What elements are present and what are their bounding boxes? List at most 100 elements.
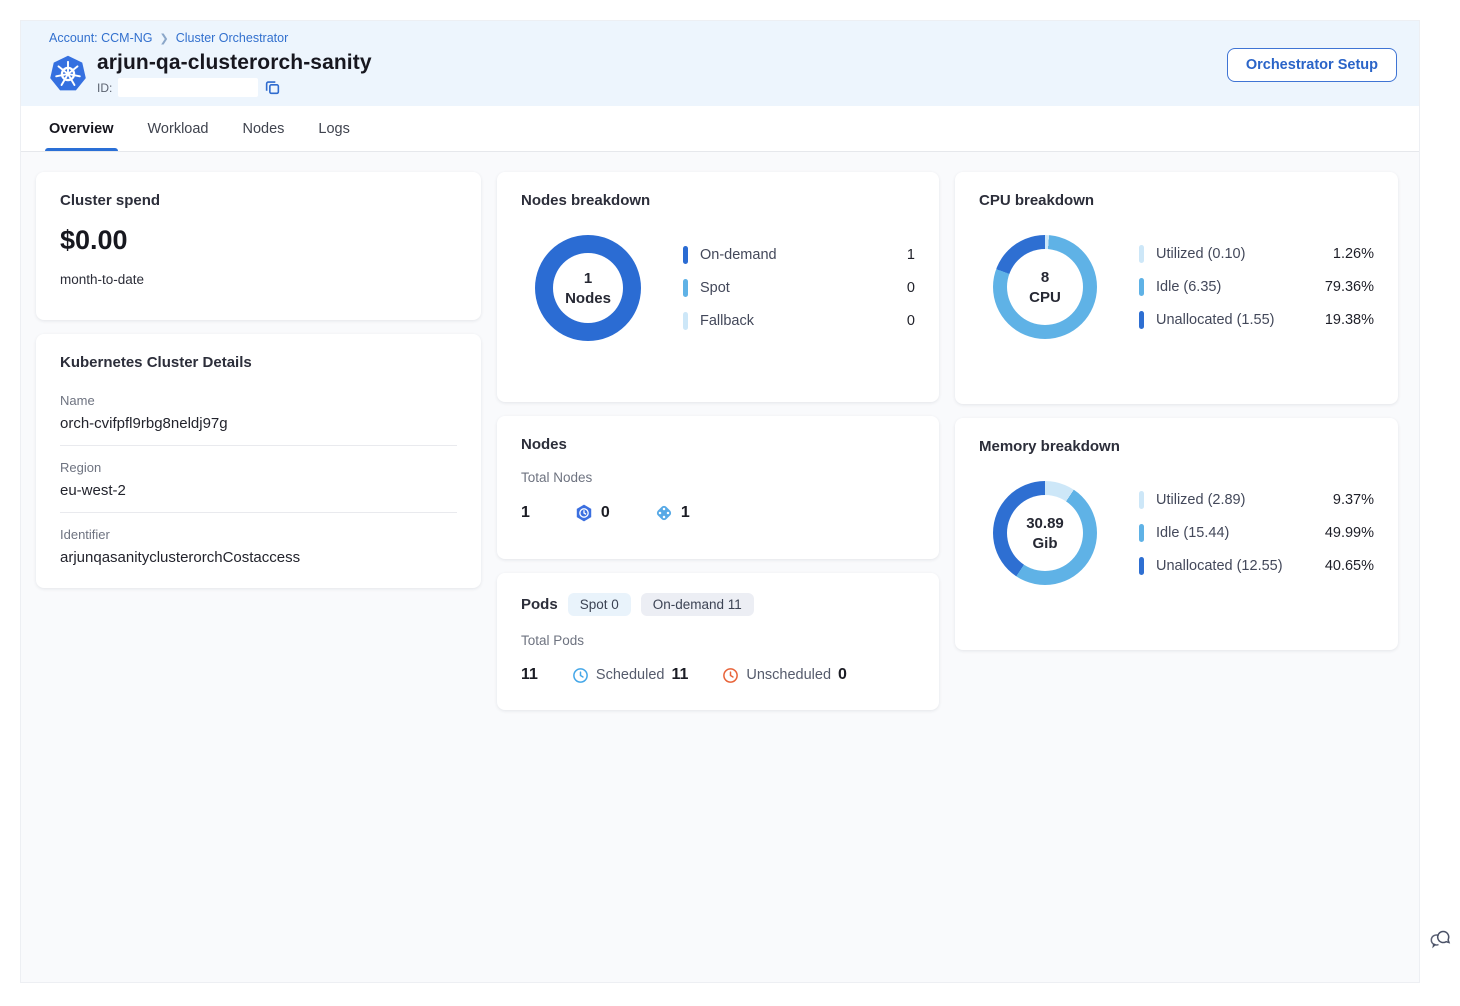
- copy-icon[interactable]: [264, 79, 282, 97]
- orchestrator-setup-button[interactable]: Orchestrator Setup: [1227, 48, 1397, 82]
- detail-label: Region: [60, 460, 457, 475]
- memory-breakdown-legend: Utilized (2.89) 9.37% Idle (15.44) 49.99…: [1139, 491, 1374, 575]
- page-header: Account: CCM-NG ❯ Cluster Orchestrator: [21, 21, 1419, 106]
- legend-row: Idle (6.35) 79.36%: [1139, 278, 1374, 296]
- legend-marker: [1139, 311, 1144, 329]
- legend-label: Spot: [700, 280, 730, 296]
- nodes-donut-chart: 1 Nodes: [535, 235, 641, 341]
- legend-label: Unallocated (1.55): [1156, 312, 1275, 328]
- legend-value: 1: [907, 247, 915, 263]
- nodes-title: Nodes: [521, 436, 915, 453]
- nodes-breakdown-card: Nodes breakdown 1 Nodes On-demand 1: [497, 172, 939, 402]
- cluster-id-field: [118, 78, 258, 97]
- overview-content: Cluster spend $0.00 month-to-date Kubern…: [21, 152, 1419, 710]
- ondemand-node-count: 1: [681, 504, 690, 522]
- cluster-spend-card: Cluster spend $0.00 month-to-date: [36, 172, 481, 320]
- total-nodes-label: Total Nodes: [521, 470, 915, 485]
- tab-nodes[interactable]: Nodes: [242, 106, 284, 151]
- legend-marker: [1139, 524, 1144, 542]
- legend-row: Idle (15.44) 49.99%: [1139, 524, 1374, 542]
- legend-value: 49.99%: [1325, 525, 1374, 541]
- detail-value: orch-cvifpfl9rbg8neldj97g: [60, 415, 457, 445]
- cpu-breakdown-card: CPU breakdown 8 CPU Utilized (0.10) 1.26…: [955, 172, 1398, 404]
- cluster-spend-period: month-to-date: [60, 272, 457, 287]
- legend-marker: [683, 246, 688, 264]
- legend-label: Idle (15.44): [1156, 525, 1229, 541]
- legend-label: Utilized (2.89): [1156, 492, 1245, 508]
- cluster-spend-amount: $0.00: [60, 225, 457, 256]
- tab-bar: Overview Workload Nodes Logs: [21, 106, 1419, 152]
- donut-center-label: Gib: [1033, 535, 1058, 552]
- detail-label: Name: [60, 393, 457, 408]
- ondemand-node-icon: [654, 503, 674, 523]
- donut-center-value: 30.89: [1026, 515, 1064, 532]
- nodes-breakdown-title: Nodes breakdown: [521, 192, 915, 209]
- legend-value: 9.37%: [1333, 492, 1374, 508]
- cluster-details-title: Kubernetes Cluster Details: [60, 354, 457, 371]
- tab-workload[interactable]: Workload: [148, 106, 209, 151]
- cluster-id-label: ID:: [97, 81, 112, 95]
- main-panel: Account: CCM-NG ❯ Cluster Orchestrator: [20, 20, 1420, 983]
- legend-row: Utilized (0.10) 1.26%: [1139, 245, 1374, 263]
- total-nodes-value: 1: [521, 504, 530, 522]
- cpu-breakdown-title: CPU breakdown: [979, 192, 1374, 209]
- donut-center-value: 8: [1041, 269, 1049, 286]
- total-pods-value: 11: [521, 666, 538, 684]
- scheduled-count: 11: [671, 666, 688, 684]
- legend-marker: [1139, 278, 1144, 296]
- detail-value: eu-west-2: [60, 482, 457, 512]
- legend-row: Utilized (2.89) 9.37%: [1139, 491, 1374, 509]
- memory-donut-chart: 30.89 Gib: [993, 481, 1097, 585]
- breadcrumb-account[interactable]: Account: CCM-NG: [49, 31, 153, 45]
- detail-field-region: Region eu-west-2: [60, 445, 457, 512]
- breadcrumb-section[interactable]: Cluster Orchestrator: [176, 31, 289, 45]
- donut-center-value: 1: [584, 270, 592, 287]
- legend-value: 0: [907, 313, 915, 329]
- tab-overview[interactable]: Overview: [49, 106, 114, 151]
- scheduled-label: Scheduled: [596, 667, 665, 683]
- spot-node-count: 0: [601, 504, 610, 522]
- chat-icon[interactable]: [1428, 926, 1456, 954]
- legend-label: Idle (6.35): [1156, 279, 1221, 295]
- legend-row: Fallback 0: [683, 312, 915, 330]
- legend-value: 40.65%: [1325, 558, 1374, 574]
- unscheduled-count: 0: [838, 666, 847, 684]
- legend-label: On-demand: [700, 247, 777, 263]
- legend-label: Unallocated (12.55): [1156, 558, 1283, 574]
- cpu-donut-chart: 8 CPU: [993, 235, 1097, 339]
- page-title: arjun-qa-clusterorch-sanity: [97, 51, 372, 75]
- ondemand-pods-badge: On-demand 11: [641, 593, 754, 616]
- legend-marker: [683, 279, 688, 297]
- legend-row: On-demand 1: [683, 246, 915, 264]
- legend-row: Unallocated (12.55) 40.65%: [1139, 557, 1374, 575]
- legend-row: Unallocated (1.55) 19.38%: [1139, 311, 1374, 329]
- memory-breakdown-title: Memory breakdown: [979, 438, 1374, 455]
- pods-title: Pods: [521, 596, 558, 613]
- tab-logs[interactable]: Logs: [318, 106, 349, 151]
- legend-marker: [1139, 245, 1144, 263]
- cluster-details-card: Kubernetes Cluster Details Name orch-cvi…: [36, 334, 481, 588]
- pods-card: Pods Spot 0 On-demand 11 Total Pods 11 S…: [497, 573, 939, 710]
- spot-node-icon: [574, 503, 594, 523]
- legend-label: Fallback: [700, 313, 754, 329]
- legend-label: Utilized (0.10): [1156, 246, 1245, 262]
- memory-breakdown-card: Memory breakdown 30.89 Gib Utilized (2.8…: [955, 418, 1398, 650]
- legend-value: 19.38%: [1325, 312, 1374, 328]
- legend-value: 0: [907, 280, 915, 296]
- detail-field-name: Name orch-cvifpfl9rbg8neldj97g: [60, 379, 457, 445]
- cluster-spend-title: Cluster spend: [60, 192, 457, 209]
- total-pods-label: Total Pods: [521, 633, 915, 648]
- detail-label: Identifier: [60, 527, 457, 542]
- breadcrumb: Account: CCM-NG ❯ Cluster Orchestrator: [49, 31, 1397, 45]
- legend-marker: [683, 312, 688, 330]
- legend-marker: [1139, 491, 1144, 509]
- legend-row: Spot 0: [683, 279, 915, 297]
- cpu-breakdown-legend: Utilized (0.10) 1.26% Idle (6.35) 79.36%…: [1139, 245, 1374, 329]
- kubernetes-icon: [49, 55, 87, 93]
- detail-value: arjunqasanityclusterorchCostaccess: [60, 549, 457, 568]
- donut-center-label: Nodes: [565, 290, 611, 307]
- nodes-breakdown-legend: On-demand 1 Spot 0 Fallback 0: [683, 246, 915, 330]
- legend-value: 1.26%: [1333, 246, 1374, 262]
- breadcrumb-chevron-icon: ❯: [160, 32, 169, 45]
- legend-marker: [1139, 557, 1144, 575]
